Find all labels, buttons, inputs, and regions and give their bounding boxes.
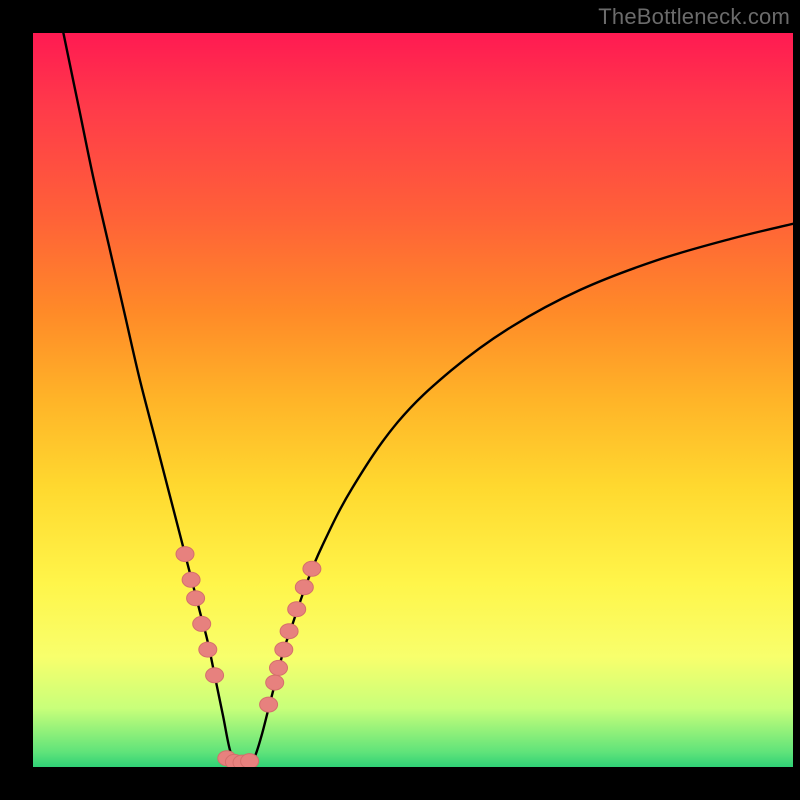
- curve-marker: [176, 547, 194, 562]
- curve-marker: [275, 642, 293, 657]
- curve-marker: [303, 561, 321, 576]
- curve-marker: [288, 602, 306, 617]
- curve-marker: [182, 572, 200, 587]
- curve-marker: [199, 642, 217, 657]
- curve-marker: [270, 660, 288, 675]
- curve-marker: [187, 591, 205, 606]
- curve-marker: [266, 675, 284, 690]
- curve-layer: [33, 33, 793, 767]
- curve-marker: [280, 624, 298, 639]
- watermark-text: TheBottleneck.com: [598, 4, 790, 30]
- curve-marker: [193, 616, 211, 631]
- curve-marker: [241, 754, 259, 767]
- curve-marker: [260, 697, 278, 712]
- plot-area: [33, 33, 793, 767]
- curve-marker: [206, 668, 224, 683]
- chart-stage: TheBottleneck.com: [0, 0, 800, 800]
- bottleneck-curve: [63, 33, 793, 764]
- curve-marker: [295, 580, 313, 595]
